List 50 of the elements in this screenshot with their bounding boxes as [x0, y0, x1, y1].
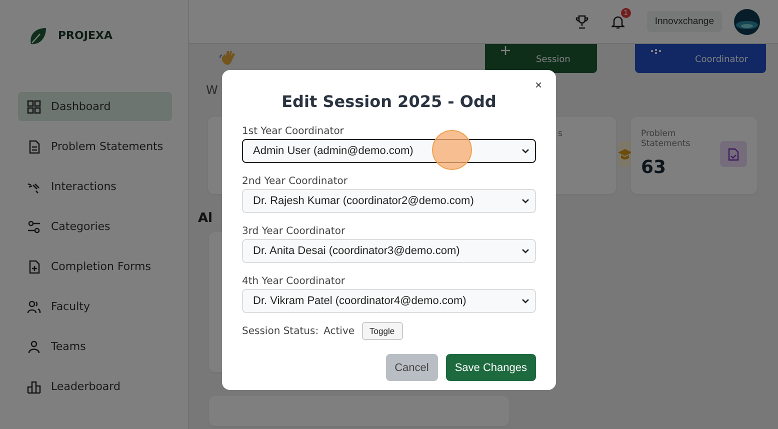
- field-label: 1st Year Coordinator: [242, 126, 345, 139]
- document-check-icon: [728, 148, 739, 160]
- sliders-icon: [27, 220, 41, 234]
- add-session-button[interactable]: Session: [485, 44, 597, 73]
- field-label: 3rd Year Coordinator: [242, 226, 346, 239]
- chevron-down-icon: [522, 248, 529, 254]
- stat-value: 63: [641, 157, 668, 178]
- stat-label: s: [558, 129, 564, 140]
- coordinator-dropdown[interactable]: Dr. Vikram Patel (coordinator4@demo.com): [242, 289, 536, 313]
- close-button[interactable]: ×: [534, 78, 542, 92]
- document-icon: [27, 140, 41, 154]
- sidebar-item[interactable]: Teams: [18, 332, 172, 361]
- field-label: 2nd Year Coordinator: [242, 176, 348, 189]
- sidebar-item[interactable]: Dashboard: [18, 92, 172, 121]
- waving-hand-icon: [219, 48, 237, 66]
- plus-icon: [501, 46, 510, 55]
- status-value: Active: [324, 326, 355, 336]
- greeting-text: W: [206, 83, 218, 97]
- person-icon: [27, 340, 41, 354]
- login-button[interactable]: Coordinator: [635, 44, 766, 73]
- stat-label: Problem Statements: [641, 129, 692, 150]
- chevron-down-icon: [522, 148, 529, 154]
- sidebar-item[interactable]: Problem Statements: [18, 132, 172, 161]
- graduation-cap-icon: [618, 148, 632, 160]
- section-heading: Al: [198, 211, 214, 226]
- bar-chart-icon: [27, 380, 41, 394]
- document-plus-icon: [27, 260, 41, 274]
- trophy-icon[interactable]: [574, 14, 589, 28]
- dialog-title: Edit Session 2025 - Odd: [282, 92, 496, 110]
- status-label: Session Status:: [242, 326, 319, 336]
- field-label: 4th Year Coordinator: [242, 276, 346, 289]
- leaf-logo-icon: [28, 26, 48, 46]
- brand-name: PROJEXA: [58, 29, 112, 42]
- avatar-icon[interactable]: [734, 8, 760, 34]
- grid-icon: [27, 100, 41, 114]
- sidebar-item[interactable]: Categories: [18, 212, 172, 241]
- sidebar-item[interactable]: Faculty: [18, 292, 172, 321]
- coordinator-dropdown[interactable]: Dr. Anita Desai (coordinator3@demo.com): [242, 239, 536, 263]
- people-icon: [27, 300, 41, 314]
- organization-button[interactable]: Innovxchange: [646, 11, 722, 32]
- chevron-down-icon: [522, 198, 529, 204]
- save-changes-button[interactable]: Save Changes: [446, 354, 536, 381]
- chevron-down-icon: [522, 298, 529, 304]
- sidebar-item[interactable]: Leaderboard: [18, 372, 172, 401]
- coordinator-dropdown[interactable]: Dr. Rajesh Kumar (coordinator2@demo.com): [242, 189, 536, 213]
- bell-icon[interactable]: [610, 14, 625, 29]
- toggle-button[interactable]: Toggle: [362, 322, 403, 340]
- sidebar-item[interactable]: Completion Forms: [18, 252, 172, 281]
- cancel-button[interactable]: Cancel: [386, 354, 438, 381]
- sidebar-item[interactable]: Interactions: [18, 172, 172, 201]
